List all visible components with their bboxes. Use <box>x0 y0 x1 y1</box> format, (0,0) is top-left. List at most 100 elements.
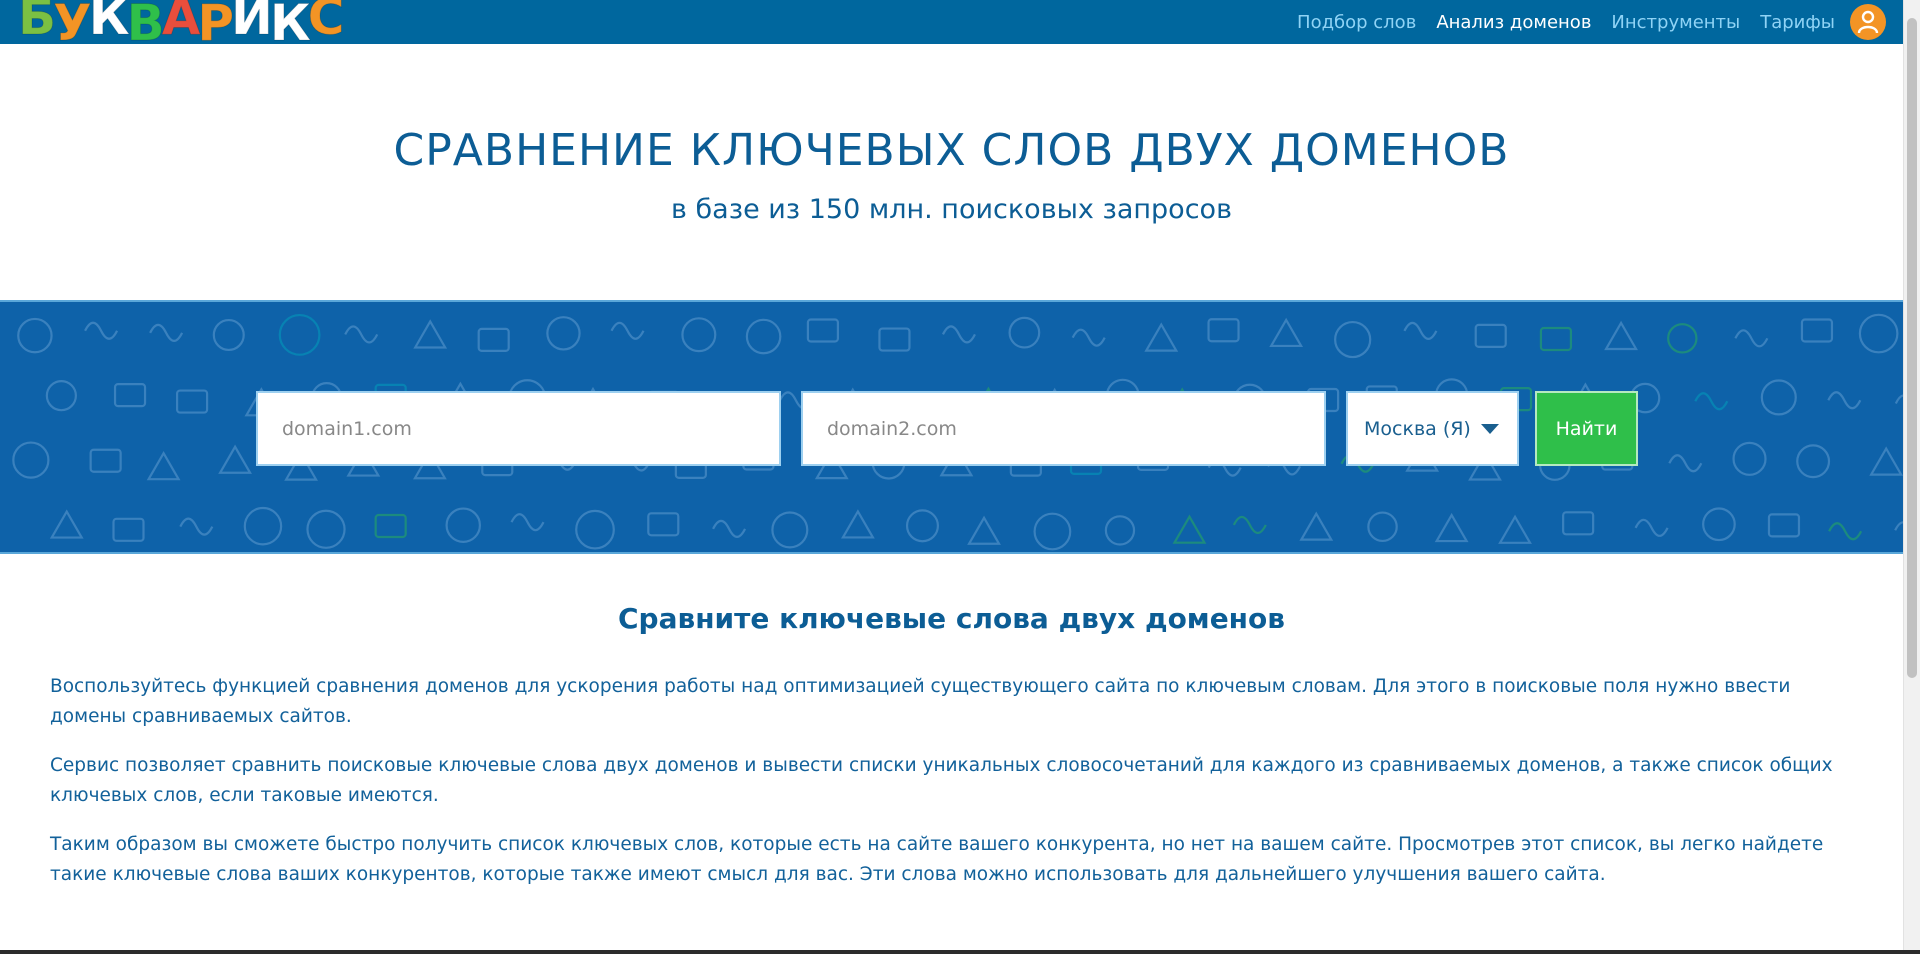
window-bottom-edge <box>0 950 1920 954</box>
doodle-shape <box>112 517 145 542</box>
doodle-shape <box>89 448 122 473</box>
doodle-shape <box>1403 321 1438 340</box>
doodle-shape <box>1667 323 1698 354</box>
logo-letter: А <box>161 0 201 46</box>
search-panel: Москва (Я) Найти <box>0 300 1903 554</box>
doodle-shape <box>1668 454 1703 473</box>
doodle-shape <box>1033 512 1072 551</box>
logo-letter: Р <box>197 0 235 52</box>
section-title: Сравните ключевые слова двух доменов <box>618 602 1285 635</box>
domain2-input[interactable] <box>827 417 1324 440</box>
nav-item-pricing[interactable]: Тарифы <box>1760 12 1835 33</box>
doodle-shape <box>1767 513 1801 538</box>
doodle-shape <box>1827 391 1862 410</box>
doodle-shape <box>45 380 77 412</box>
doodle-shape <box>12 441 50 479</box>
page: БУКВАРИКС Подбор слов Анализ доменов Инс… <box>0 0 1903 950</box>
doodle-shape <box>1562 511 1595 536</box>
doodle-shape <box>1207 318 1240 343</box>
nav-item-domain-analysis[interactable]: Анализ доменов <box>1436 12 1591 33</box>
doodle-shape <box>575 509 615 550</box>
doodle-shape <box>175 389 209 414</box>
doodle-shape <box>1604 320 1638 351</box>
site-logo[interactable]: БУКВАРИКС <box>17 0 345 49</box>
description-paragraph-3: Таким образом вы сможете быстро получить… <box>50 834 1824 885</box>
doodle-shape <box>17 317 53 354</box>
doodle-shape <box>413 319 448 349</box>
doodle-shape <box>681 317 717 353</box>
region-select-value: Москва (Я) <box>1364 417 1471 440</box>
doodle-shape <box>806 318 840 343</box>
doodle-shape <box>546 316 581 351</box>
doodle-shape <box>1694 392 1729 411</box>
doodle-shape <box>1894 394 1903 404</box>
domain-compare-form: Москва (Я) Найти <box>256 391 1638 466</box>
description-paragraph-1: Воспользуйтесь функцией сравнения домено… <box>50 676 1791 727</box>
doodle-shape <box>49 509 84 539</box>
doodle-shape <box>840 509 875 539</box>
doodle-shape <box>1172 514 1207 544</box>
top-navigation-bar: БУКВАРИКС Подбор слов Анализ доменов Инс… <box>0 0 1903 49</box>
doodle-shape <box>306 509 346 549</box>
doodle-shape <box>905 509 940 543</box>
doodle-shape <box>344 325 379 344</box>
vertical-scrollbar[interactable] <box>1903 0 1920 950</box>
region-select[interactable]: Москва (Я) <box>1346 391 1519 466</box>
doodle-shape <box>1299 511 1334 541</box>
logo-letter: Б <box>17 0 56 46</box>
page-subtitle: в базе из 150 млн. поисковых запросов <box>671 194 1232 225</box>
doodle-shape <box>1634 518 1669 537</box>
doodle-shape <box>1071 328 1106 347</box>
doodle-shape <box>1434 512 1469 543</box>
search-button[interactable]: Найти <box>1535 391 1638 466</box>
doodle-shape <box>1894 521 1903 531</box>
doodle-shape <box>146 451 181 481</box>
doodle-shape <box>610 321 645 340</box>
doodle-shape <box>1869 446 1903 476</box>
doodle-shape <box>1760 379 1797 416</box>
user-icon <box>1857 10 1879 34</box>
doodle-shape <box>1800 318 1834 343</box>
logo-letter: В <box>126 0 165 52</box>
doodle-shape <box>149 323 184 342</box>
doodle-shape <box>771 511 809 549</box>
logo-letter: К <box>88 0 130 46</box>
nav-item-tools[interactable]: Инструменты <box>1611 12 1740 33</box>
doodle-shape <box>1232 515 1267 535</box>
doodle-shape <box>1539 326 1573 352</box>
doodle-shape <box>1008 316 1041 349</box>
doodle-shape <box>1858 313 1899 354</box>
doodle-shape <box>1269 317 1304 348</box>
nav-item-word-selection[interactable]: Подбор слов <box>1297 12 1416 33</box>
doodle-shape <box>941 325 976 344</box>
doodle-shape <box>878 327 911 352</box>
chevron-down-icon <box>1481 423 1499 434</box>
domain1-field <box>256 391 781 466</box>
doodle-shape <box>278 313 321 356</box>
logo-letter: У <box>53 0 93 52</box>
doodle-shape <box>1144 322 1179 352</box>
doodle-shape <box>374 513 407 539</box>
page-title: СРАВНЕНИЕ КЛЮЧЕВЫХ СЛОВ ДВУХ ДОМЕНОВ <box>393 125 1510 176</box>
scrollbar-thumb[interactable] <box>1907 18 1917 678</box>
doodle-shape <box>1734 329 1769 348</box>
doodle-shape <box>84 321 119 340</box>
domain2-field <box>801 391 1326 466</box>
doodle-shape <box>445 507 482 543</box>
doodle-shape <box>212 318 245 352</box>
doodle-shape <box>1828 522 1863 541</box>
user-account-button[interactable] <box>1850 4 1886 40</box>
doodle-shape <box>1732 441 1767 476</box>
doodle-shape <box>477 327 510 352</box>
domain1-input[interactable] <box>282 417 779 440</box>
logo-letter: С <box>307 0 345 46</box>
doodle-shape <box>1702 507 1736 542</box>
doodle-shape <box>1367 511 1398 543</box>
main-nav: Подбор слов Анализ доменов Инструменты Т… <box>1297 0 1835 44</box>
doodle-shape <box>745 318 782 355</box>
doodle-shape <box>647 512 680 537</box>
doodle-shape <box>179 517 214 536</box>
description-paragraph-2: Сервис позволяет сравнить поисковые ключ… <box>50 755 1833 806</box>
doodle-shape <box>510 513 545 532</box>
logo-letter: К <box>269 0 311 52</box>
